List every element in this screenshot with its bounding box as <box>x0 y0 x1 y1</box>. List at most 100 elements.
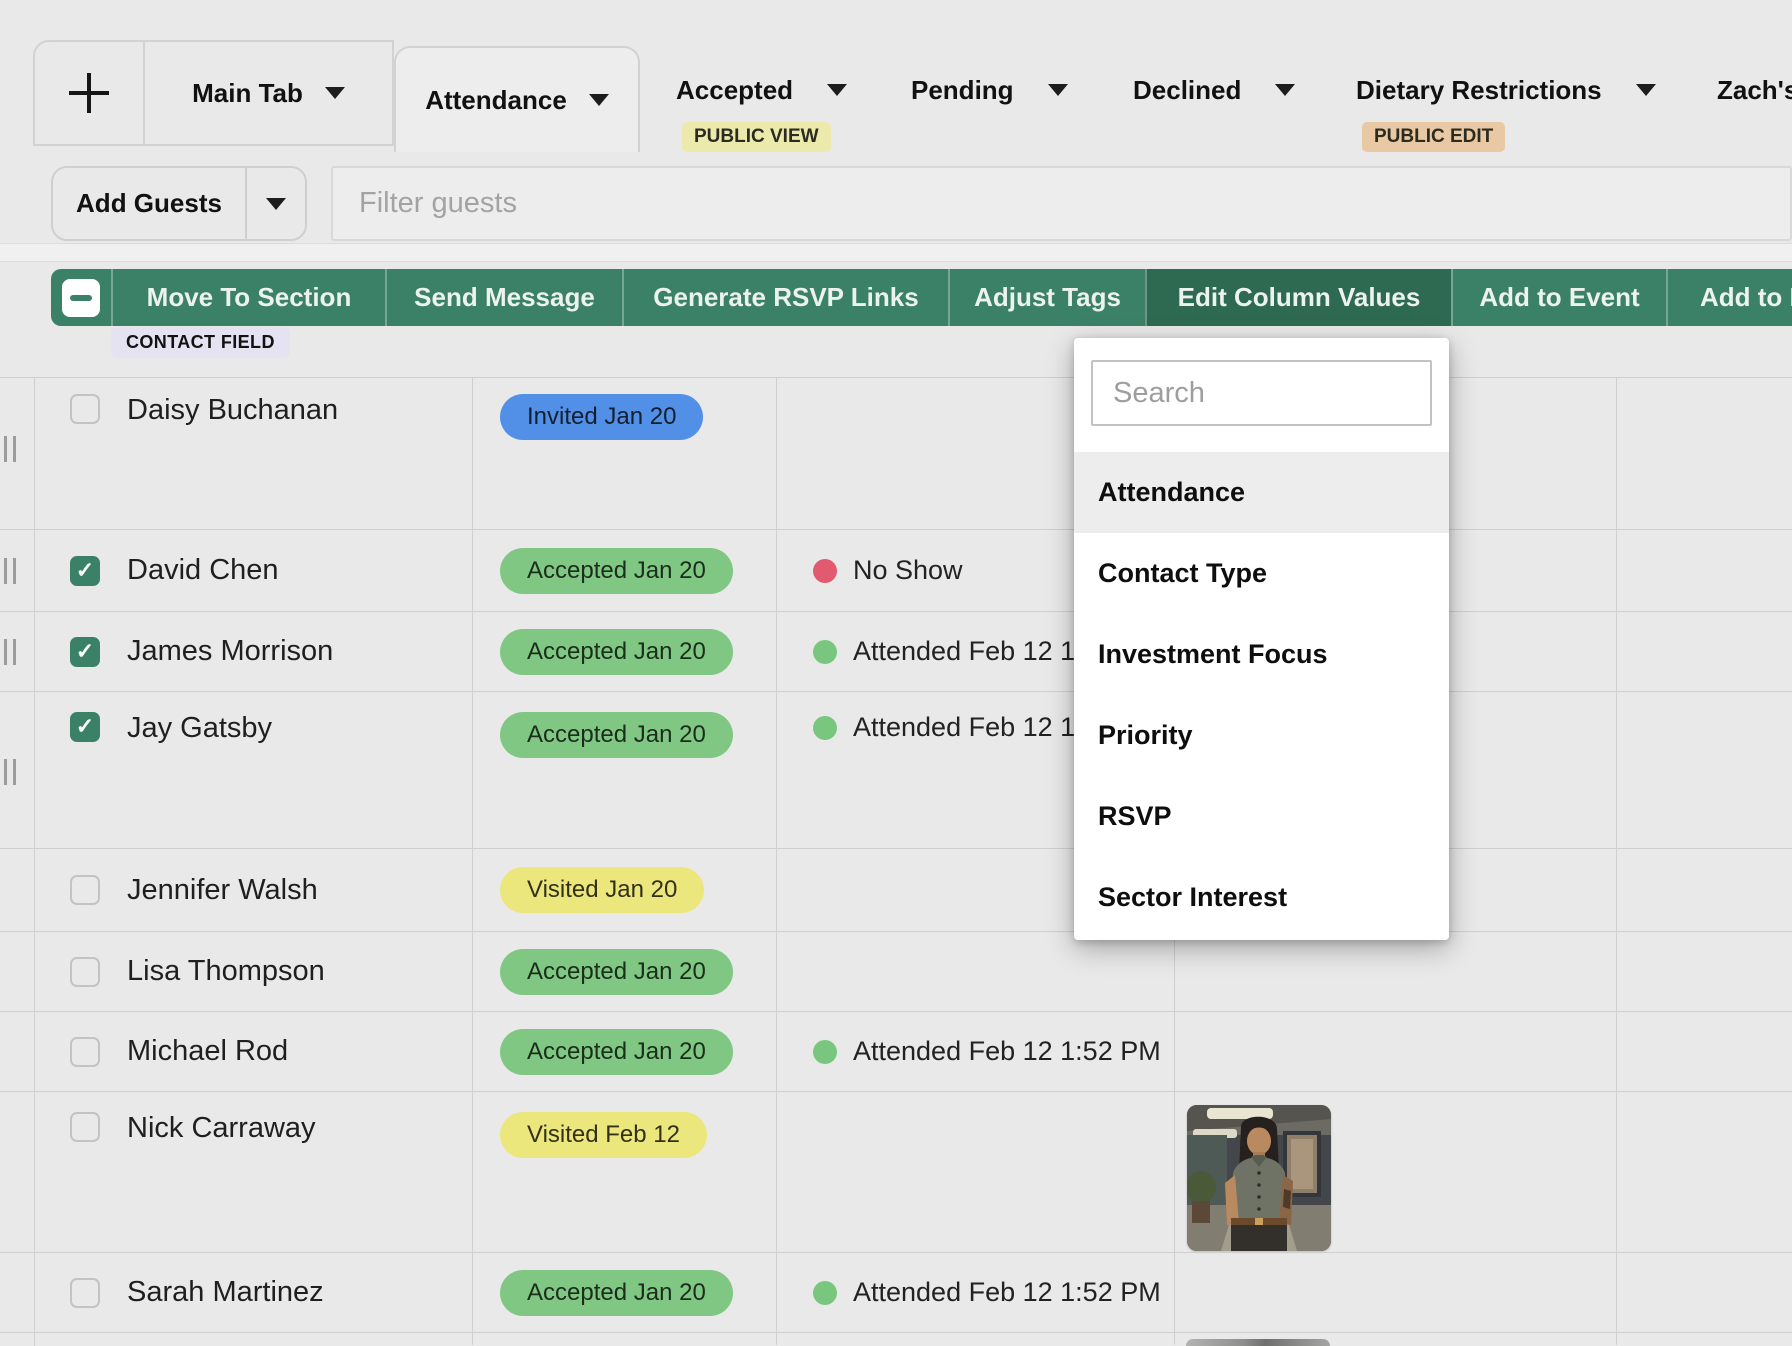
attendance-status: No Show <box>853 555 963 586</box>
drag-handle[interactable] <box>4 436 16 462</box>
guest-name[interactable]: Sarah Martinez <box>127 1276 324 1309</box>
empty-cell[interactable] <box>1616 932 1792 1011</box>
chevron-down-icon <box>1048 84 1068 96</box>
public-view-badge: PUBLIC VIEW <box>682 122 831 152</box>
drag-handle[interactable] <box>4 759 16 785</box>
column-option-sector-interest[interactable]: Sector Interest <box>1074 857 1449 938</box>
guest-name[interactable]: Lisa Thompson <box>127 955 325 988</box>
row-checkbox[interactable] <box>70 712 100 742</box>
rsvp-status-pill[interactable]: Accepted Jan 20 <box>500 1270 733 1316</box>
add-guests-split-button: Add Guests <box>51 166 307 241</box>
rsvp-status-pill[interactable]: Invited Jan 20 <box>500 394 703 440</box>
tab-label: Main Tab <box>192 78 303 109</box>
guest-name[interactable]: James Morrison <box>127 635 333 668</box>
attendance-cell[interactable]: Attended Feb 12 1:52 PM <box>776 1012 1174 1091</box>
attendance-cell[interactable] <box>776 1092 1174 1252</box>
empty-cell[interactable] <box>1616 849 1792 931</box>
tab-main-tab[interactable]: Main Tab <box>145 42 392 144</box>
rsvp-status-pill[interactable]: Visited Jan 20 <box>500 867 704 913</box>
row-checkbox[interactable] <box>70 637 100 667</box>
add-guests-dropdown-button[interactable] <box>245 168 305 239</box>
empty-cell[interactable] <box>1616 1012 1792 1091</box>
table-row: Daisy Buchanan Invited Jan 20 <box>0 377 1792 529</box>
empty-cell[interactable] <box>1616 692 1792 848</box>
empty-cell[interactable] <box>1616 612 1792 691</box>
column-option-rsvp[interactable]: RSVP <box>1074 776 1449 857</box>
chevron-down-icon <box>325 87 345 99</box>
add-guests-button[interactable]: Add Guests <box>53 168 245 239</box>
row-checkbox[interactable] <box>70 1112 100 1142</box>
tab-pending[interactable]: Pending <box>911 62 1068 118</box>
tab-label: Zach's <box>1717 75 1792 106</box>
column-option-priority[interactable]: Priority <box>1074 695 1449 776</box>
row-checkbox[interactable] <box>70 1278 100 1308</box>
drag-handle[interactable] <box>4 639 16 665</box>
guest-manager-app: Main Tab Attendance Accepted PUBLIC VIEW… <box>0 0 1792 1346</box>
photo-cell[interactable] <box>1174 1012 1616 1091</box>
guest-name[interactable]: Nick Carraway <box>127 1112 316 1145</box>
adjust-tags-button[interactable]: Adjust Tags <box>948 269 1145 326</box>
tab-dietary-restrictions[interactable]: Dietary Restrictions PUBLIC EDIT <box>1356 62 1656 152</box>
tab-zachs[interactable]: Zach's <box>1717 62 1792 118</box>
rsvp-status-pill[interactable]: Accepted Jan 20 <box>500 629 733 675</box>
rsvp-status-pill[interactable]: Accepted Jan 20 <box>500 949 733 995</box>
attendance-cell[interactable] <box>776 932 1174 1011</box>
column-option-contact-type[interactable]: Contact Type <box>1074 533 1449 614</box>
guest-name[interactable]: Daisy Buchanan <box>127 394 338 427</box>
add-to-list-button[interactable]: Add to L <box>1666 269 1792 326</box>
row-checkbox[interactable] <box>70 556 100 586</box>
table-row: Sarah Martinez Accepted Jan 20 Attended … <box>0 1252 1792 1332</box>
select-all-checkbox[interactable] <box>51 269 111 326</box>
add-to-event-button[interactable]: Add to Event <box>1451 269 1666 326</box>
tab-label: Pending <box>911 75 1014 106</box>
column-option-attendance[interactable]: Attendance <box>1074 452 1449 533</box>
tab-accepted[interactable]: Accepted PUBLIC VIEW <box>676 62 847 152</box>
tab-declined[interactable]: Declined <box>1133 62 1295 118</box>
guest-name[interactable]: Jennifer Walsh <box>127 874 318 907</box>
selection-toolbar: Move To Section Send Message Generate RS… <box>51 269 1792 326</box>
row-checkbox[interactable] <box>70 957 100 987</box>
attendance-cell[interactable]: Attended Feb 12 1:52 PM <box>776 1253 1174 1332</box>
table-row: David Chen Accepted Jan 20 No Show <box>0 529 1792 611</box>
tab-label: Attendance <box>425 85 567 116</box>
contact-field-chip: CONTACT FIELD <box>111 327 290 358</box>
rsvp-status-pill[interactable]: Accepted Jan 20 <box>500 712 733 758</box>
photo-cell[interactable] <box>1174 932 1616 1011</box>
column-search-input[interactable] <box>1091 360 1432 426</box>
guest-name[interactable]: Jay Gatsby <box>127 712 272 745</box>
move-to-section-button[interactable]: Move To Section <box>111 269 385 326</box>
public-edit-badge: PUBLIC EDIT <box>1362 122 1505 152</box>
rsvp-status-pill[interactable]: Visited Feb 12 <box>500 1112 707 1158</box>
row-checkbox[interactable] <box>70 1037 100 1067</box>
row-checkbox[interactable] <box>70 875 100 905</box>
chevron-down-icon <box>266 198 286 210</box>
drag-handle[interactable] <box>4 558 16 584</box>
rsvp-status-pill[interactable]: Accepted Jan 20 <box>500 1029 733 1075</box>
column-option-investment-focus[interactable]: Investment Focus <box>1074 614 1449 695</box>
empty-cell[interactable] <box>1616 530 1792 611</box>
rsvp-status-pill[interactable]: Accepted Jan 20 <box>500 548 733 594</box>
filter-guests-input[interactable] <box>331 166 1792 241</box>
table-row-partial <box>0 1332 1792 1345</box>
edit-column-values-button[interactable]: Edit Column Values <box>1145 269 1451 326</box>
portrait-photo[interactable] <box>1187 1105 1331 1251</box>
send-message-button[interactable]: Send Message <box>385 269 622 326</box>
table-row: Lisa Thompson Accepted Jan 20 <box>0 931 1792 1011</box>
empty-cell[interactable] <box>1616 1253 1792 1332</box>
guest-name[interactable]: David Chen <box>127 554 279 587</box>
empty-cell[interactable] <box>1616 378 1792 529</box>
chevron-down-icon <box>1275 84 1295 96</box>
photo-cell[interactable] <box>1174 1253 1616 1332</box>
main-tab-group: Main Tab <box>33 40 394 146</box>
chevron-down-icon <box>589 94 609 106</box>
guest-name[interactable]: Michael Rod <box>127 1035 288 1068</box>
empty-cell[interactable] <box>1616 1092 1792 1252</box>
generate-rsvp-links-button[interactable]: Generate RSVP Links <box>622 269 948 326</box>
table-row: Jay Gatsby Accepted Jan 20 Attended Feb … <box>0 691 1792 848</box>
row-checkbox[interactable] <box>70 394 100 424</box>
photo-cell[interactable] <box>1174 1092 1616 1252</box>
attended-dot-icon <box>813 716 837 740</box>
table-row: James Morrison Accepted Jan 20 Attended … <box>0 611 1792 691</box>
add-tab-button[interactable] <box>35 42 145 144</box>
tab-attendance[interactable]: Attendance <box>394 46 640 152</box>
